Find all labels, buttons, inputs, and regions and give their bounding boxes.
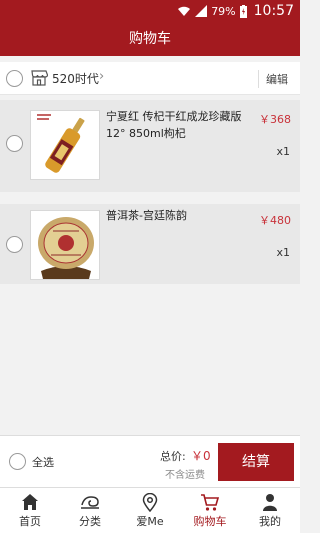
tab-label: 爱Me [136, 515, 164, 528]
tab-label: 我的 [259, 515, 281, 528]
tab-label: 首页 [19, 515, 41, 528]
home-icon [22, 494, 38, 510]
store-select-checkbox[interactable] [6, 70, 23, 87]
signal-icon [195, 5, 208, 17]
tab-home[interactable]: 首页 [0, 488, 60, 533]
title-bar: 购物车 [0, 22, 300, 56]
user-icon [263, 494, 277, 511]
page-title: 购物车 [129, 31, 171, 47]
cart-item[interactable]: 普洱茶-宫廷陈韵 ￥480 x1 [0, 204, 300, 284]
tab-category[interactable]: 分类 [60, 488, 120, 533]
item-quantity: x1 [276, 145, 290, 158]
cart-icon [201, 494, 220, 511]
tab-profile[interactable]: 我的 [240, 488, 300, 533]
select-all-checkbox[interactable] [9, 453, 26, 470]
checkout-bar: 全选 总价: ￥0 不含运费 结算 [0, 435, 300, 487]
bottom-tab-bar: 首页 分类 爱Me 购物车 我的 [0, 487, 300, 533]
status-icons: 79% 10:57 [177, 3, 294, 19]
item-title[interactable]: 宁夏红 传杞干红成龙珍藏版12° 850ml枸杞 [106, 108, 256, 142]
item-quantity: x1 [276, 246, 290, 259]
location-pin-icon [142, 493, 158, 512]
battery-charging-icon [239, 4, 247, 18]
item-title[interactable]: 普洱茶-宫廷陈韵 [106, 207, 256, 224]
tab-love-me[interactable]: 爱Me [120, 488, 180, 533]
checkout-button[interactable]: 结算 [218, 443, 294, 481]
store-row: 520时代 › 编辑 [0, 62, 300, 95]
shipping-note: 不含运费 [165, 470, 205, 481]
wine-bottle-image [31, 111, 99, 179]
product-image-wine[interactable] [30, 110, 100, 180]
total-label: 总价: [160, 450, 186, 463]
store-name[interactable]: 520时代 [52, 70, 99, 87]
item-select-checkbox[interactable] [6, 236, 23, 253]
tab-cart[interactable]: 购物车 [180, 488, 240, 533]
edit-button[interactable]: 编辑 [266, 71, 288, 87]
divider [258, 70, 259, 88]
category-icon [81, 496, 99, 509]
item-price: ￥480 [259, 214, 291, 227]
chevron-right-icon[interactable]: › [99, 69, 104, 84]
cart-item[interactable]: 宁夏红 传杞干红成龙珍藏版12° 850ml枸杞 ￥368 x1 [0, 100, 300, 192]
tab-label: 购物车 [193, 515, 227, 528]
tab-label: 分类 [79, 515, 101, 528]
select-all-label[interactable]: 全选 [32, 454, 54, 470]
status-bar: 79% 10:57 [0, 0, 300, 22]
item-price: ￥368 [259, 113, 291, 126]
battery-percent: 79% [211, 4, 236, 18]
wifi-icon [178, 6, 191, 16]
tea-cake-image [31, 211, 99, 279]
product-image-tea[interactable] [30, 210, 100, 280]
store-icon [31, 70, 48, 86]
item-select-checkbox[interactable] [6, 135, 23, 152]
total-value: ￥0 [191, 449, 211, 463]
clock: 10:57 [253, 3, 294, 19]
